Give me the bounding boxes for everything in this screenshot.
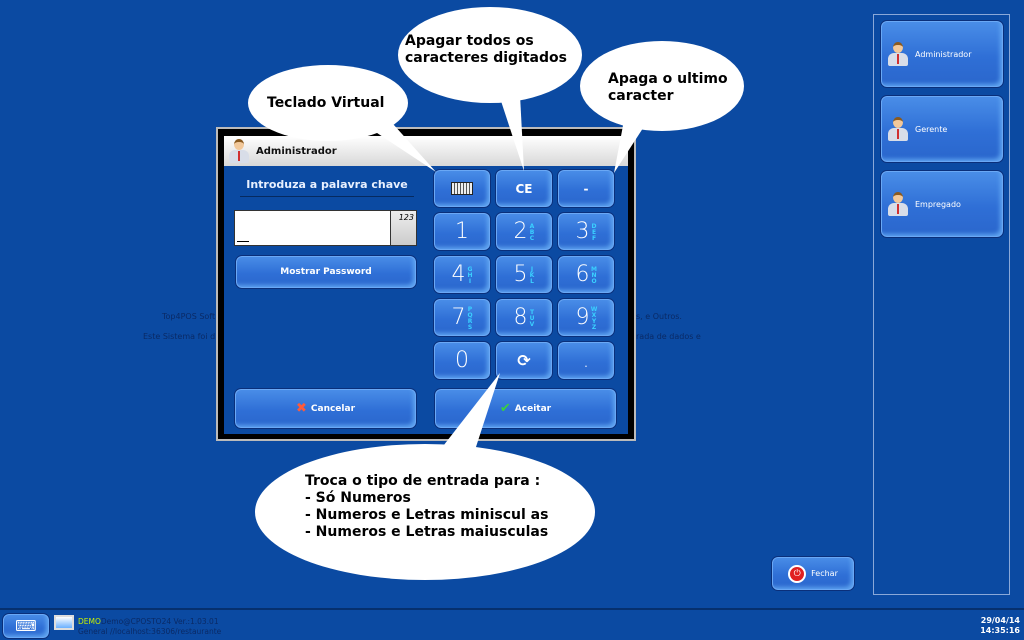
bubble-tail (365, 115, 436, 172)
virtual-keyboard-button[interactable]: ⌨ (2, 613, 50, 639)
user-button-gerente[interactable]: Gerente (880, 95, 1004, 163)
close-label: Fechar (811, 569, 838, 578)
power-icon: ⏻ (788, 564, 807, 583)
user-label: Gerente (915, 124, 948, 134)
keyboard-icon: ⌨ (15, 617, 37, 635)
monitor-icon (54, 615, 74, 630)
callout-clear-all: Apagar todos os caracteres digitados (405, 33, 567, 66)
user-label: Empregado (915, 199, 961, 209)
close-button[interactable]: ⏻ Fechar (771, 556, 855, 591)
bubble-tail (500, 95, 524, 171)
callout-virtual-keyboard: Teclado Virtual (267, 95, 385, 111)
time: 14:35:16 (980, 626, 1020, 635)
callout-input-mode: Troca o tipo de entrada para :- Só Numer… (305, 473, 549, 540)
session-info: DEMODemo@CPOSTO24 Ver.:1.03.01 General /… (78, 617, 221, 637)
demo-badge: DEMO (78, 617, 101, 626)
user-button-administrador[interactable]: Administrador (880, 20, 1004, 88)
user-version: Demo@CPOSTO24 Ver.:1.03.01 (100, 617, 219, 626)
bubble-tail (440, 373, 500, 450)
user-label: Administrador (915, 49, 972, 59)
callout-bubbles (248, 7, 744, 580)
user-icon (887, 42, 909, 66)
user-icon (887, 192, 909, 216)
clock: 29/04/14 14:35:16 (980, 616, 1020, 636)
connection-string: General //localhost:36306/restaurante (78, 627, 222, 636)
user-button-empregado[interactable]: Empregado (880, 170, 1004, 238)
callout-backspace: Apaga o ultimo caracter (608, 71, 728, 104)
date: 29/04/14 (980, 616, 1020, 625)
user-icon (887, 117, 909, 141)
taskbar: ⌨ DEMODemo@CPOSTO24 Ver.:1.03.01 General… (0, 608, 1024, 640)
